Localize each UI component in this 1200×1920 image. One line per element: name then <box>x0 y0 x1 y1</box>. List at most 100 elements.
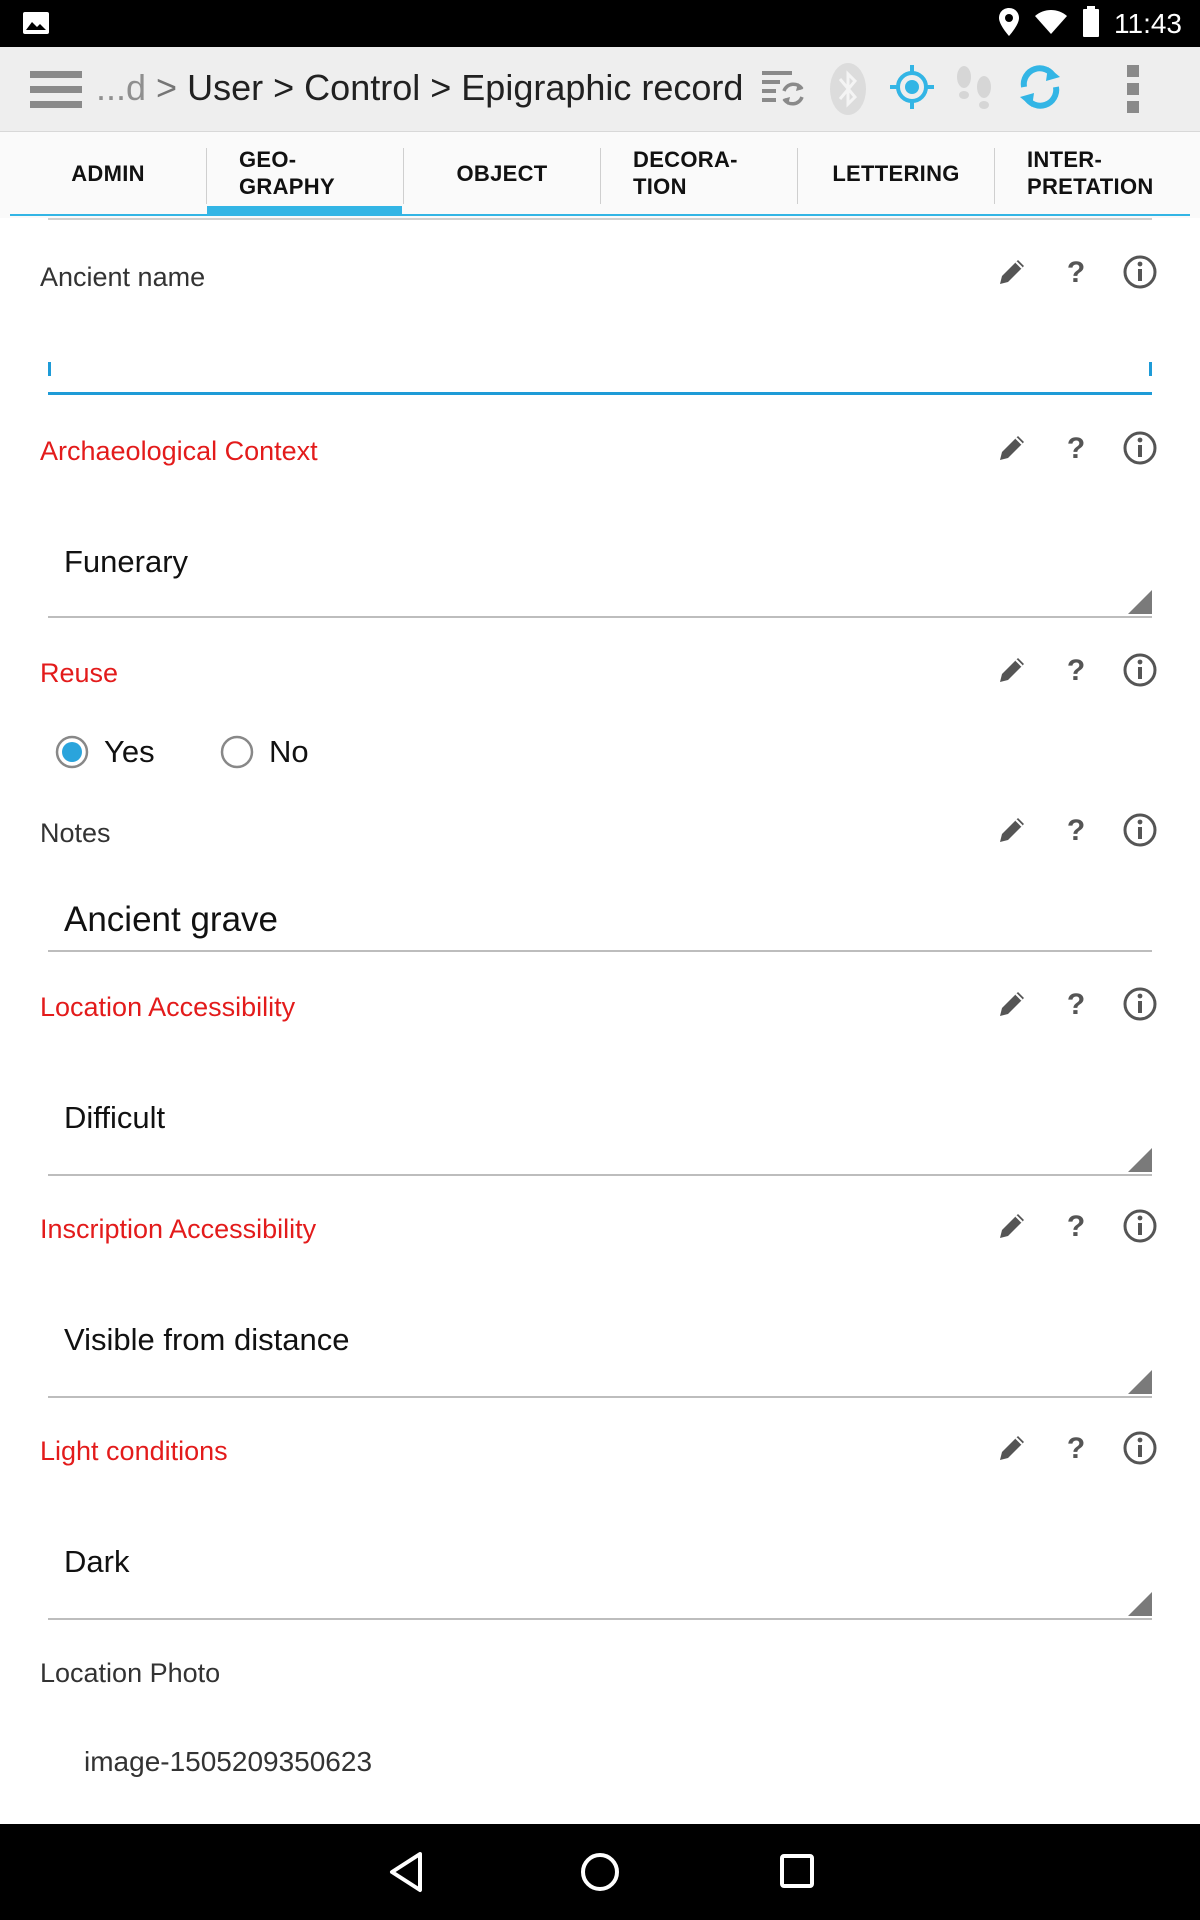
edit-pencil-icon[interactable] <box>980 256 1044 288</box>
select-underline <box>48 616 1152 618</box>
field-actions: ? <box>980 1208 1172 1244</box>
location-icon <box>998 7 1020 42</box>
location-photo-filename[interactable]: image-1505209350623 <box>84 1746 372 1778</box>
field-label-notes: Notes <box>40 818 111 848</box>
footsteps-icon[interactable] <box>952 63 996 118</box>
tab-label: GEO- GRAPHY <box>239 147 335 199</box>
edit-pencil-icon[interactable] <box>980 654 1044 686</box>
hamburger-menu-icon[interactable] <box>30 69 82 116</box>
gps-target-icon[interactable] <box>888 63 936 116</box>
tab-lettering[interactable]: LETTERING <box>798 132 994 214</box>
radio-checked-icon <box>55 735 89 769</box>
radio-label: Yes <box>104 734 155 769</box>
svg-text:?: ? <box>1067 256 1085 288</box>
dropdown-arrow-icon[interactable] <box>1128 1592 1152 1616</box>
breadcrumb-item-current: Epigraphic record <box>461 67 744 108</box>
help-question-icon[interactable]: ? <box>1044 432 1108 464</box>
battery-icon <box>1082 5 1100 43</box>
sync-list-icon[interactable] <box>760 67 804 114</box>
help-question-icon[interactable]: ? <box>1044 814 1108 846</box>
help-question-icon[interactable]: ? <box>1044 988 1108 1020</box>
notes-underline <box>48 950 1152 952</box>
info-icon[interactable] <box>1108 812 1172 848</box>
breadcrumb-item-user[interactable]: User <box>187 67 263 108</box>
radio-label: No <box>269 734 309 769</box>
info-icon[interactable] <box>1108 652 1172 688</box>
form-scroll-area[interactable]: Ancient name ? Archaeological Context ? … <box>0 218 1200 1824</box>
inscription-accessibility-select[interactable]: Visible from distance <box>64 1322 349 1358</box>
tab-label: LETTERING <box>832 160 960 186</box>
reuse-radio-yes[interactable]: Yes <box>54 734 155 770</box>
field-label-ancient-name: Ancient name <box>40 262 206 292</box>
archaeological-context-select[interactable]: Funerary <box>64 544 188 580</box>
bluetooth-icon[interactable] <box>828 61 868 122</box>
home-icon[interactable] <box>578 1848 622 1901</box>
ancient-name-input[interactable] <box>48 308 1152 376</box>
tab-admin[interactable]: ADMIN <box>10 132 206 214</box>
image-notification-icon <box>22 11 50 40</box>
help-question-icon[interactable]: ? <box>1044 1210 1108 1242</box>
light-conditions-select[interactable]: Dark <box>64 1544 129 1580</box>
svg-text:?: ? <box>1067 988 1085 1020</box>
help-question-icon[interactable]: ? <box>1044 654 1108 686</box>
breadcrumb-separator: > <box>156 67 178 108</box>
info-icon[interactable] <box>1108 1430 1172 1466</box>
reuse-radio-no[interactable]: No <box>219 734 309 770</box>
field-label-location-photo: Location Photo <box>40 1658 221 1688</box>
svg-text:?: ? <box>1067 1432 1085 1464</box>
ancient-name-underline <box>48 392 1152 395</box>
field-label-inscription-accessibility: Inscription Accessibility <box>40 1214 317 1244</box>
svg-text:?: ? <box>1067 654 1085 686</box>
tab-object[interactable]: OBJECT <box>404 132 600 214</box>
dropdown-arrow-icon[interactable] <box>1128 590 1152 614</box>
field-label-light-conditions: Light conditions <box>40 1436 228 1466</box>
edit-pencil-icon[interactable] <box>980 1432 1044 1464</box>
location-accessibility-select[interactable]: Difficult <box>64 1100 165 1136</box>
wifi-icon <box>1034 9 1068 40</box>
info-icon[interactable] <box>1108 986 1172 1022</box>
info-icon[interactable] <box>1108 254 1172 290</box>
edit-pencil-icon[interactable] <box>980 988 1044 1020</box>
tab-interpretation[interactable]: INTER- PRETATION <box>995 132 1191 214</box>
tab-bar-underline <box>10 214 1190 216</box>
field-actions: ? <box>980 1430 1172 1466</box>
edit-pencil-icon[interactable] <box>980 1210 1044 1242</box>
tab-bar: ADMIN GEO- GRAPHY OBJECT DECORA- TION LE… <box>0 132 1200 218</box>
radio-unchecked-icon <box>220 735 254 769</box>
overflow-menu-icon[interactable] <box>1126 63 1140 120</box>
status-bar: 11:43 <box>0 0 1200 47</box>
tab-decoration[interactable]: DECORA- TION <box>601 132 797 214</box>
select-underline <box>48 1396 1152 1398</box>
breadcrumb-separator: > <box>273 67 295 108</box>
dropdown-arrow-icon[interactable] <box>1128 1148 1152 1172</box>
clock: 11:43 <box>1114 8 1182 39</box>
field-actions: ? <box>980 430 1172 466</box>
notes-input[interactable]: Ancient grave <box>64 900 278 940</box>
info-icon[interactable] <box>1108 430 1172 466</box>
svg-text:?: ? <box>1067 814 1085 846</box>
recents-icon[interactable] <box>776 1848 820 1901</box>
help-question-icon[interactable]: ? <box>1044 1432 1108 1464</box>
field-label-archaeological-context: Archaeological Context <box>40 436 318 466</box>
breadcrumb: ...d > User > Control > Epigraphic recor… <box>96 67 743 109</box>
info-icon[interactable] <box>1108 1208 1172 1244</box>
refresh-icon[interactable] <box>1016 63 1064 116</box>
dropdown-arrow-icon[interactable] <box>1128 1370 1152 1394</box>
tab-label: ADMIN <box>71 160 145 186</box>
breadcrumb-item-control[interactable]: Control <box>304 67 420 108</box>
edit-pencil-icon[interactable] <box>980 814 1044 846</box>
field-actions: ? <box>980 254 1172 290</box>
field-label-location-accessibility: Location Accessibility <box>40 992 296 1022</box>
select-underline <box>48 1174 1152 1176</box>
action-bar: ...d > User > Control > Epigraphic recor… <box>0 47 1200 132</box>
select-underline <box>48 1618 1152 1620</box>
field-label-reuse: Reuse <box>40 658 119 688</box>
tab-geography[interactable]: GEO- GRAPHY <box>207 132 403 214</box>
field-actions: ? <box>980 812 1172 848</box>
back-icon[interactable] <box>384 1848 428 1901</box>
breadcrumb-prefix[interactable]: ...d <box>96 67 146 108</box>
breadcrumb-separator: > <box>430 67 452 108</box>
tab-label: OBJECT <box>456 160 548 186</box>
help-question-icon[interactable]: ? <box>1044 256 1108 288</box>
edit-pencil-icon[interactable] <box>980 432 1044 464</box>
